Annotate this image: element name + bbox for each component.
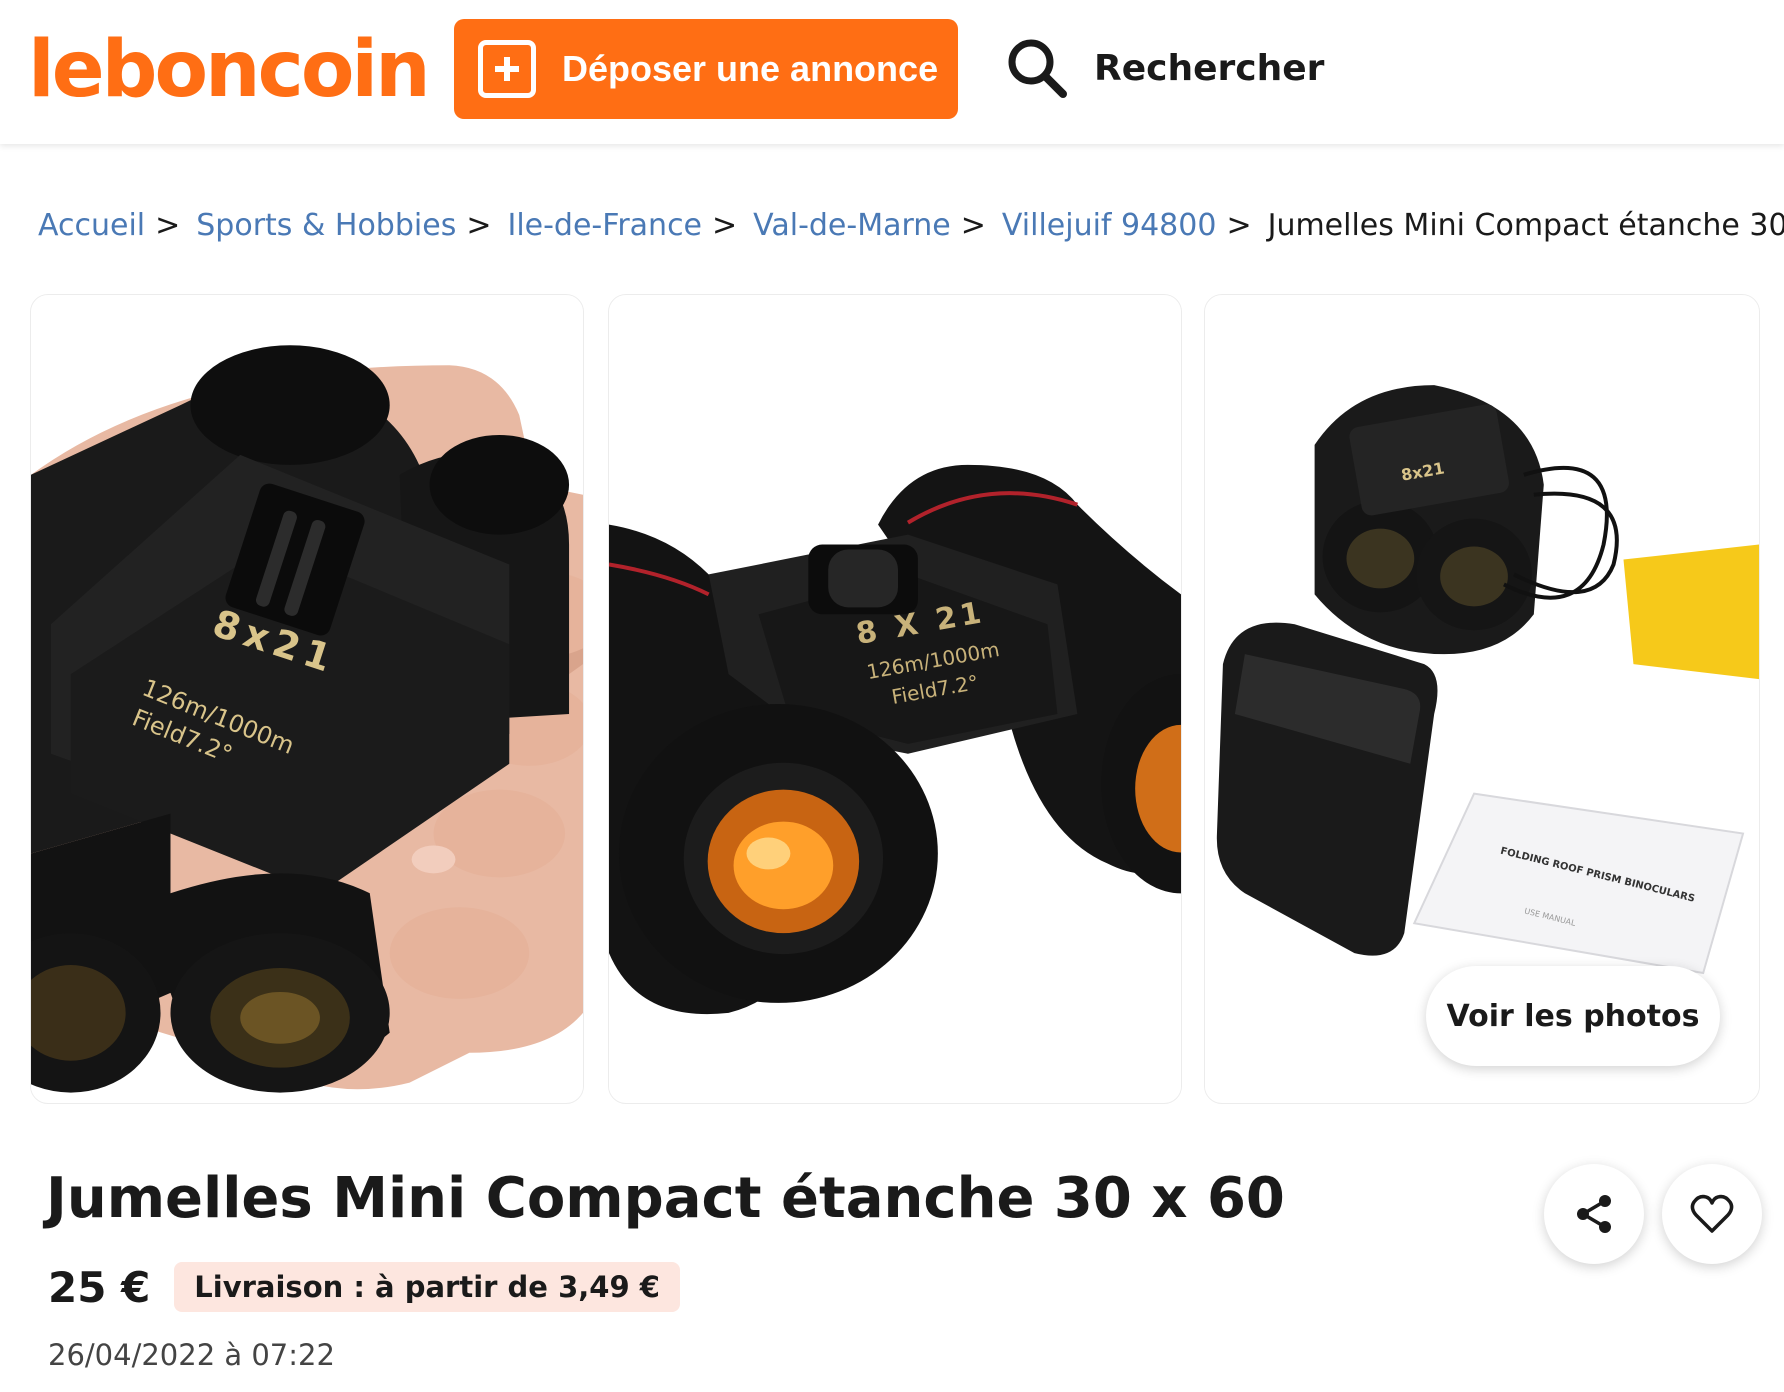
share-button[interactable] [1544, 1164, 1644, 1264]
listing-photo-1[interactable]: 8x21 126m/1000m Field7.2° [30, 294, 584, 1104]
breadcrumb-item-region[interactable]: Ile-de-France [507, 208, 702, 243]
search-icon [1008, 39, 1067, 98]
favorite-button[interactable] [1662, 1164, 1762, 1264]
breadcrumb-item-department[interactable]: Val-de-Marne [753, 208, 951, 243]
breadcrumb-separator: > [155, 208, 181, 243]
top-header: leboncoin Déposer une annonce Rechercher [0, 0, 1784, 144]
listing-photo-2[interactable]: 8 X 21 126m/1000m Field7.2° [608, 294, 1182, 1104]
listing-title: Jumelles Mini Compact étanche 30 x 60 [46, 1166, 1285, 1231]
share-icon [1577, 1195, 1611, 1233]
price-row: 25 € Livraison : à partir de 3,49 € [48, 1262, 680, 1312]
breadcrumb-item-sports-hobbies[interactable]: Sports & Hobbies [196, 208, 456, 243]
heart-icon [1690, 1194, 1734, 1233]
breadcrumb-current: Jumelles Mini Compact étanche 30 x 60 [1267, 208, 1784, 243]
binoculars-in-hand-image: 8x21 126m/1000m Field7.2° [31, 295, 583, 1103]
see-photos-button[interactable]: Voir les photos [1426, 966, 1720, 1066]
breadcrumb-item-accueil[interactable]: Accueil [38, 208, 145, 243]
breadcrumb-item-city[interactable]: Villejuif 94800 [1002, 208, 1217, 243]
breadcrumb-separator: > [1226, 208, 1252, 243]
breadcrumb: Accueil > Sports & Hobbies > Ile-de-Fran… [38, 208, 1784, 243]
listing-price: 25 € [48, 1262, 151, 1312]
breadcrumb-separator: > [960, 208, 986, 243]
binoculars-front-image: 8 X 21 126m/1000m Field7.2° [609, 295, 1181, 1103]
search-button[interactable]: Rechercher [1006, 32, 1324, 104]
delivery-badge: Livraison : à partir de 3,49 € [174, 1262, 680, 1312]
post-ad-button[interactable]: Déposer une annonce [454, 19, 958, 119]
listing-date: 26/04/2022 à 07:22 [48, 1338, 335, 1372]
breadcrumb-separator: > [712, 208, 738, 243]
search-label: Rechercher [1094, 47, 1325, 89]
leboncoin-logo[interactable]: leboncoin [28, 28, 431, 112]
plus-square-icon [478, 40, 536, 98]
post-ad-label: Déposer une annonce [562, 48, 939, 89]
breadcrumb-separator: > [466, 208, 492, 243]
